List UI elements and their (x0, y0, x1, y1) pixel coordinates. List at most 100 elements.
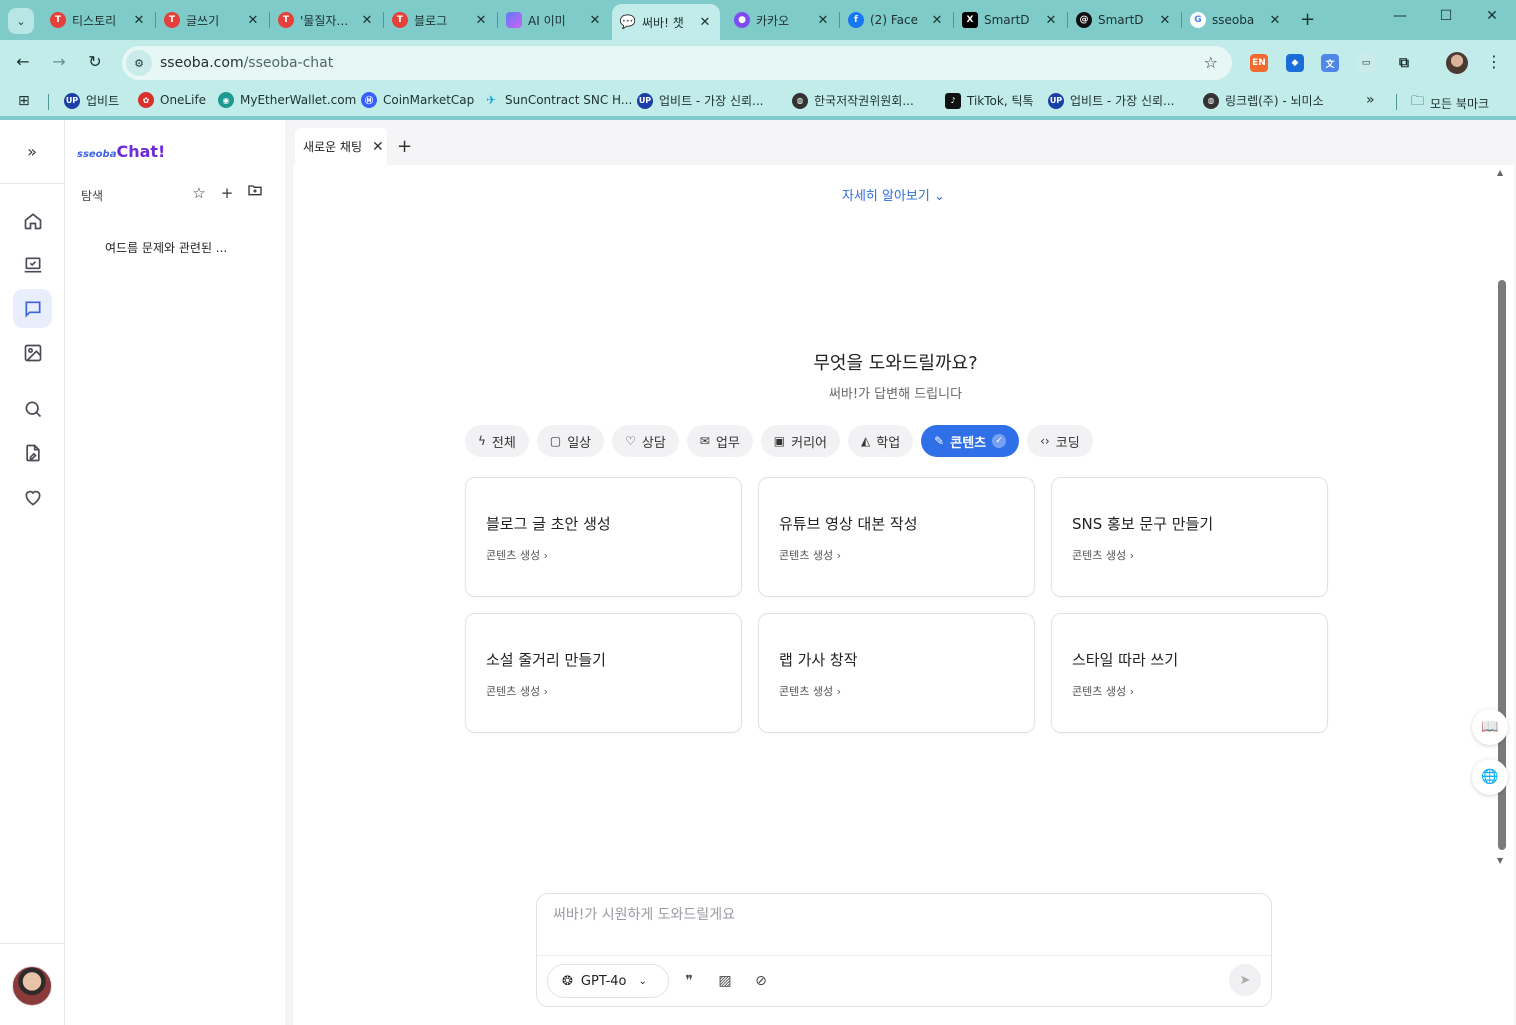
category-content-active[interactable]: ✎ 콘텐츠 ✓ (921, 425, 1020, 457)
scroll-up-arrow-icon[interactable]: ▲ (1497, 168, 1503, 177)
web-search-off-icon[interactable]: ⊘ (751, 973, 771, 989)
browser-tab-11[interactable]: G sseoba ✕ (1182, 6, 1290, 34)
site-settings-icon[interactable]: ⚙ (126, 50, 152, 76)
heart-icon[interactable] (13, 477, 52, 516)
prompt-card[interactable]: 랩 가사 창작 콘텐츠 생성 › (758, 613, 1035, 733)
search-icon[interactable] (13, 389, 52, 428)
category-career[interactable]: ▣ 커리어 (760, 425, 841, 457)
expand-sidebar-icon[interactable]: » (0, 120, 64, 184)
extension-eng-icon[interactable]: EN (1250, 54, 1268, 72)
all-bookmarks-folder[interactable]: 🗀 모든 북마크 (1411, 92, 1489, 114)
puzzle-icon[interactable]: ⧉ (1395, 54, 1413, 72)
bookmark-coinmarketcap[interactable]: Ⓜ CoinMarketCap (361, 92, 474, 108)
bookmark-copyright[interactable]: ◍ 한국저작권위원회... (792, 92, 914, 109)
translate-icon[interactable]: 文 (1321, 54, 1339, 72)
bookmark-upbit-3[interactable]: UP 업비트 - 가장 신뢰... (1048, 92, 1175, 109)
category-counsel[interactable]: ♡ 상담 (612, 425, 679, 457)
prompt-card[interactable]: 소설 줄거리 만들기 콘텐츠 생성 › (465, 613, 742, 733)
add-chat-tab-icon[interactable]: + (397, 136, 412, 157)
maximize-icon[interactable]: ☐ (1434, 8, 1458, 24)
bookmark-onelife[interactable]: ✿ OneLife (138, 92, 206, 108)
new-chat-plus-icon[interactable]: + (217, 184, 237, 202)
google-icon: G (1190, 12, 1206, 28)
new-folder-icon[interactable] (245, 182, 265, 202)
prompt-card[interactable]: 스타일 따라 쓰기 콘텐츠 생성 › (1051, 613, 1328, 733)
close-icon[interactable]: ✕ (1044, 13, 1058, 28)
bookmark-tiktok[interactable]: ♪ TikTok, 틱톡 (945, 92, 1034, 109)
category-coding[interactable]: ‹› 코딩 (1027, 425, 1093, 457)
home-icon[interactable] (13, 201, 52, 240)
reload-icon[interactable]: ↻ (84, 52, 106, 71)
close-icon[interactable]: ✕ (372, 139, 384, 155)
prompt-card[interactable]: 유튜브 영상 대본 작성 콘텐츠 생성 › (758, 477, 1035, 597)
cast-icon[interactable]: ▭ (1357, 54, 1375, 72)
browser-tab-9[interactable]: X SmartD ✕ (954, 6, 1066, 34)
image-upload-icon[interactable]: ▨ (715, 973, 735, 989)
close-icon[interactable]: ✕ (246, 13, 260, 28)
logo-prefix: sseoba (77, 149, 117, 160)
category-work[interactable]: ✉ 업무 (686, 425, 753, 457)
browser-tab-1[interactable]: T 티스토리 ✕ (42, 6, 154, 34)
browser-tab-6-active[interactable]: 💬 써바! 챗 ✕ (612, 4, 720, 40)
scroll-down-arrow-icon[interactable]: ▼ (1497, 856, 1503, 865)
close-icon[interactable]: ✕ (474, 13, 488, 28)
favorites-star-icon[interactable]: ☆ (189, 184, 209, 202)
category-study[interactable]: ◭ 학업 (848, 425, 914, 457)
browser-tab-2[interactable]: T 글쓰기 ✕ (156, 6, 268, 34)
close-icon[interactable]: ✕ (588, 13, 602, 28)
bookmark-suncontract[interactable]: ✈ SunContract SNC H... (483, 92, 632, 108)
back-arrow-icon[interactable]: ← (12, 52, 34, 71)
extension-globe-icon[interactable]: 🌐 (1472, 759, 1508, 795)
profile-avatar[interactable] (1446, 52, 1468, 74)
chat-tab-new[interactable]: 새로운 채팅 ✕ (295, 128, 387, 165)
book-icon[interactable]: 📖 (1472, 709, 1508, 745)
window-close-icon[interactable]: ✕ (1480, 8, 1504, 24)
bookmark-upbit[interactable]: UP 업비트 (64, 92, 119, 109)
kebab-menu-icon[interactable]: ⋮ (1486, 52, 1502, 71)
minimize-icon[interactable]: — (1388, 8, 1412, 24)
bookmark-star-icon[interactable]: ☆ (1204, 53, 1218, 72)
forward-arrow-icon[interactable]: → (48, 52, 70, 71)
close-icon[interactable]: ✕ (1268, 13, 1282, 28)
browser-tab-8[interactable]: f (2) Face ✕ (840, 6, 952, 34)
tab-search-button[interactable]: ⌄ (8, 8, 34, 34)
url-text[interactable]: sseoba.com/sseoba-chat (160, 55, 333, 71)
inbox-check-icon[interactable] (13, 245, 52, 284)
browser-tab-4[interactable]: T 블로그 ✕ (384, 6, 496, 34)
browser-tab-7[interactable]: ● 카카오 ✕ (726, 6, 838, 34)
document-edit-icon[interactable] (13, 433, 52, 472)
category-daily[interactable]: ▢ 일상 (536, 425, 605, 457)
close-icon[interactable]: ✕ (360, 13, 374, 28)
message-input[interactable] (553, 907, 1253, 923)
category-all[interactable]: ϟ 전체 (465, 425, 529, 457)
new-tab-button[interactable]: + (1300, 9, 1315, 30)
learn-more-link[interactable]: 자세히 알아보기 ⌄ (842, 185, 945, 204)
tab-title: sseoba (1212, 13, 1255, 27)
history-item[interactable]: 여드름 문제와 관련된 ... (105, 239, 227, 256)
prompt-card[interactable]: 블로그 글 초안 생성 콘텐츠 생성 › (465, 477, 742, 597)
send-button[interactable]: ➤ (1229, 964, 1261, 996)
close-icon[interactable]: ✕ (816, 13, 830, 28)
close-icon[interactable]: ✕ (930, 13, 944, 28)
user-avatar[interactable] (12, 966, 52, 1006)
model-selector[interactable]: ❂ GPT-4o ⌄ (547, 964, 669, 998)
card-subtitle: 콘텐츠 생성 › (1072, 685, 1135, 698)
address-bar[interactable]: ⚙ sseoba.com/sseoba-chat ☆ (122, 46, 1232, 80)
extension-shield-icon[interactable]: ◆ (1286, 54, 1304, 72)
close-icon[interactable]: ✕ (1158, 13, 1172, 28)
bookmark-linklab[interactable]: ◍ 링크렙(주) - 뇌미소 (1203, 92, 1324, 109)
browser-tab-5[interactable]: AI 이미 ✕ (498, 6, 610, 34)
browser-tab-3[interactable]: T '물질자… ✕ (270, 6, 382, 34)
sseoba-chat-logo[interactable]: sseobaChat! (77, 142, 165, 161)
bookmark-upbit-2[interactable]: UP 업비트 - 가장 신뢰... (637, 92, 764, 109)
more-bookmarks-chevron-icon[interactable]: » (1366, 92, 1375, 108)
quote-icon[interactable]: ❞ (679, 973, 699, 989)
image-icon[interactable] (13, 333, 52, 372)
browser-tab-10[interactable]: @ SmartD ✕ (1068, 6, 1180, 34)
apps-grid-icon[interactable]: ⊞ (18, 93, 30, 109)
prompt-card[interactable]: SNS 홍보 문구 만들기 콘텐츠 생성 › (1051, 477, 1328, 597)
bookmark-myetherwallet[interactable]: ◉ MyEtherWallet.com (218, 92, 356, 108)
close-icon[interactable]: ✕ (698, 15, 712, 30)
close-icon[interactable]: ✕ (132, 13, 146, 28)
chat-icon[interactable] (13, 289, 52, 328)
